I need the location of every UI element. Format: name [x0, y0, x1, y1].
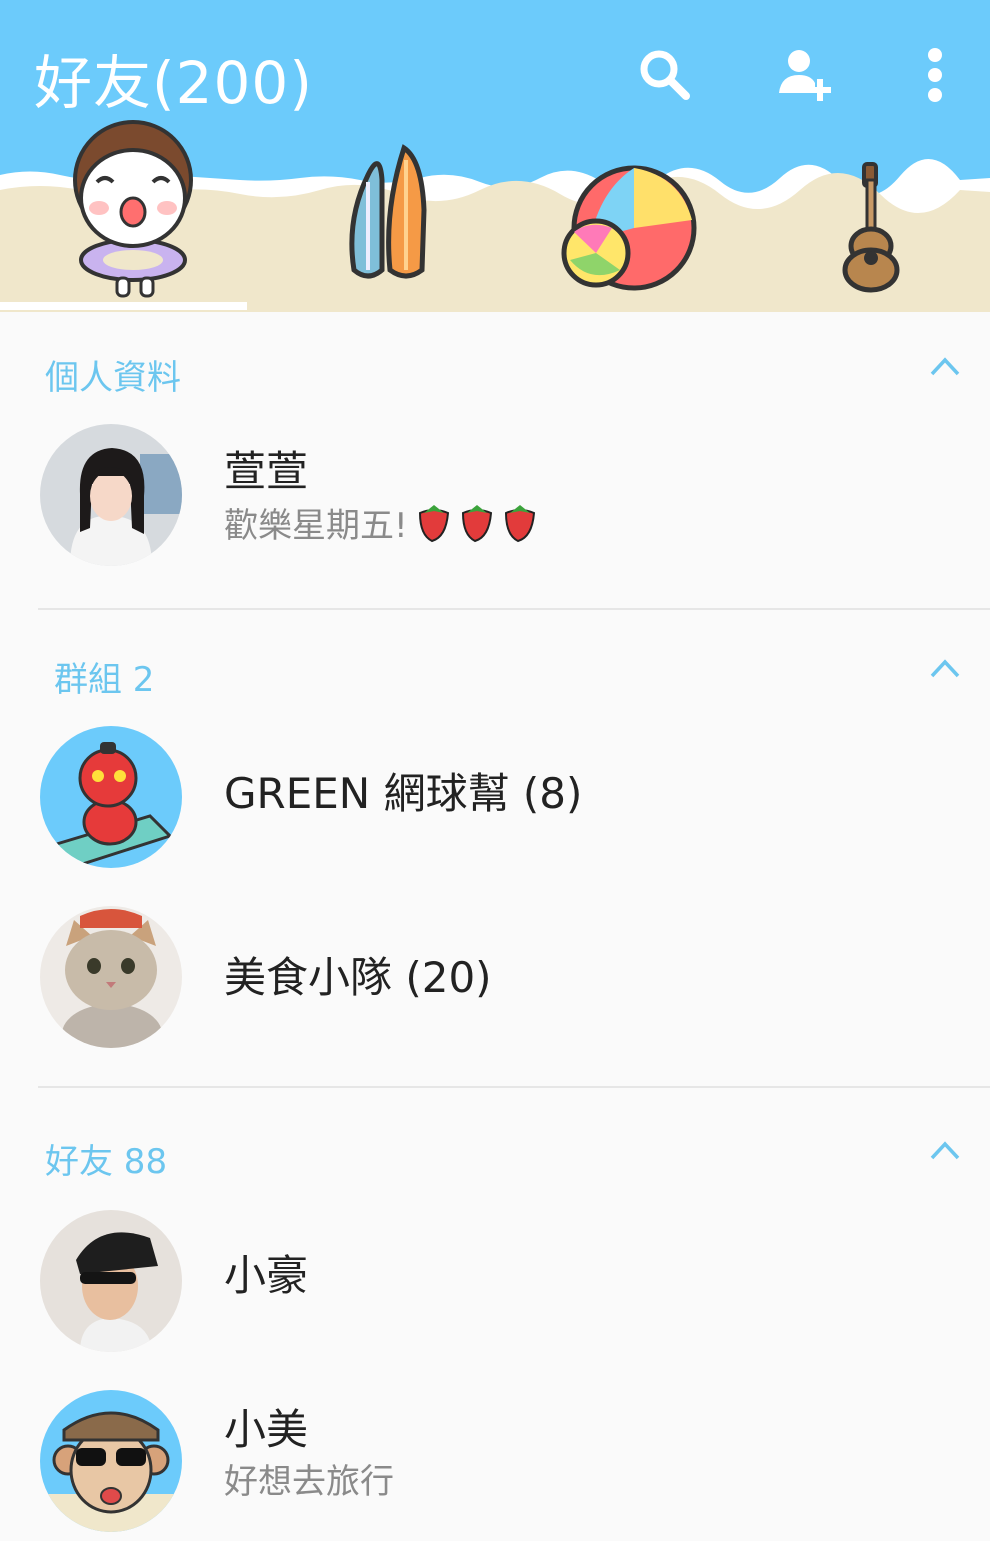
chevron-up-icon[interactable] [930, 356, 960, 376]
group-name: GREEN 網球幫 (8) [224, 769, 583, 818]
list-item-group[interactable]: GREEN 網球幫 (8) [0, 722, 990, 902]
chevron-up-icon[interactable] [930, 1140, 960, 1160]
chevron-up-icon[interactable] [930, 658, 960, 678]
divider [38, 1086, 990, 1088]
search-icon[interactable] [630, 40, 700, 110]
contact-name: 小豪 [224, 1251, 309, 1300]
avatar [40, 906, 182, 1048]
avatar [40, 424, 182, 566]
tab-groups[interactable] [338, 120, 438, 310]
ukulele-icon [842, 162, 900, 293]
contact-name: 萱萱 [224, 447, 309, 496]
contact-name: 小美 [224, 1405, 309, 1454]
divider [38, 608, 990, 610]
section-header-groups[interactable]: 群組 2 [0, 612, 990, 722]
list-item-friend[interactable]: 小美 好想去旅行 [0, 1386, 990, 1541]
friends-list: 個人資料 萱萱 歡樂星期五! 群組 2 GREEN 網球幫 (8) 美食小隊 (… [0, 312, 990, 1541]
contact-status: 歡樂星期五! [224, 498, 544, 547]
avatar [40, 726, 182, 868]
list-item-friend[interactable]: 小豪 [0, 1206, 990, 1386]
section-title: 好友 88 [45, 1142, 168, 1182]
section-title: 個人資料 [45, 358, 181, 398]
more-icon[interactable] [900, 40, 970, 110]
add-friend-icon[interactable] [770, 40, 840, 110]
strawberry-icon [414, 503, 544, 543]
tab-chats[interactable] [560, 120, 700, 310]
contact-status: 好想去旅行 [224, 1462, 394, 1502]
status-text: 歡樂星期五! [224, 506, 408, 546]
bear-sticker-icon [73, 120, 193, 298]
avatar [40, 1390, 182, 1532]
tab-friends[interactable] [55, 120, 215, 310]
list-item-profile[interactable]: 萱萱 歡樂星期五! [0, 422, 990, 612]
surfboard-icon [349, 144, 427, 279]
list-item-group[interactable]: 美食小隊 (20) [0, 902, 990, 1094]
page-title: 好友(200) [34, 49, 313, 117]
section-header-profile[interactable]: 個人資料 [0, 312, 990, 422]
group-name: 美食小隊 (20) [224, 953, 492, 1002]
tab-indicator [0, 302, 247, 310]
beach-ball-icon [561, 165, 697, 291]
tab-more[interactable] [838, 120, 908, 310]
section-title: 群組 2 [54, 660, 155, 700]
app-header: 好友(200) [0, 0, 990, 312]
section-header-friends[interactable]: 好友 88 [0, 1094, 990, 1206]
avatar [40, 1210, 182, 1352]
